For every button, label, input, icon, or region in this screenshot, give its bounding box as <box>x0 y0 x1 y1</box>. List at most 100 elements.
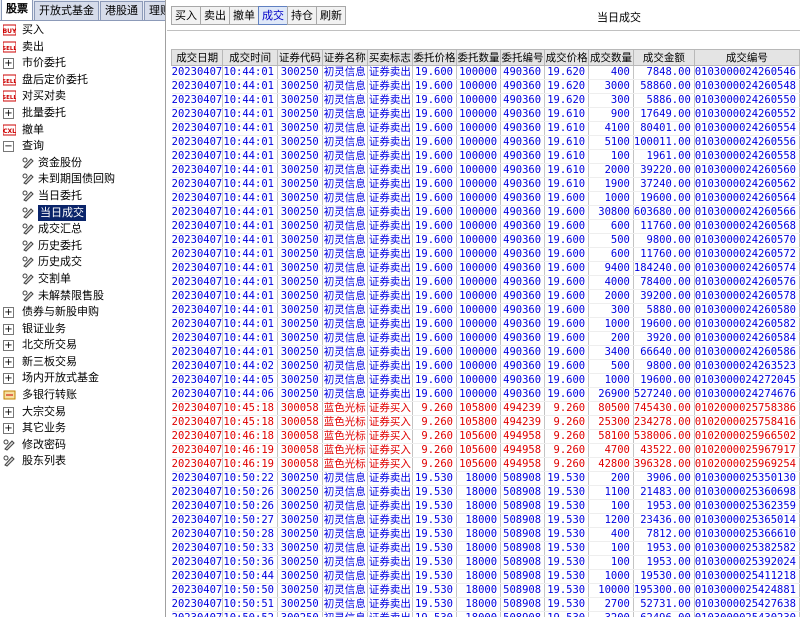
expand-icon[interactable]: + <box>3 373 14 385</box>
table-row[interactable]: 20230407 10:44:01 300250 初灵信息 证券卖出 19.600 1000… <box>171 275 800 290</box>
left-tab-3[interactable]: 理财 <box>144 1 165 20</box>
table-row[interactable]: 20230407 10:44:01 300250 初灵信息 证券卖出 19.600 1000… <box>171 317 800 332</box>
tree-item-5[interactable]: + 批量委托 <box>0 105 165 122</box>
tree-item-0[interactable]: BUY 买入 <box>0 22 165 39</box>
toolbar-button-2[interactable]: 撤单 <box>229 6 259 25</box>
tree-item-15[interactable]: 交割单 <box>0 271 165 288</box>
tree-item-25[interactable]: 修改密码 <box>0 437 165 454</box>
table-row[interactable]: 20230407 10:50:22 300250 初灵信息 证券卖出 19.530 1800… <box>171 471 800 486</box>
table-row[interactable]: 20230407 10:46:19 300058 蓝色光标 证券买入 9.260 10560… <box>171 443 800 458</box>
table-row[interactable]: 20230407 10:44:05 300250 初灵信息 证券卖出 19.600 1000… <box>171 373 800 388</box>
collapse-icon[interactable]: − <box>3 141 14 153</box>
tree-item-24[interactable]: + 其它业务 <box>0 420 165 437</box>
tree-item-20[interactable]: + 新三板交易 <box>0 354 165 371</box>
tree-item-26[interactable]: 股东列表 <box>0 453 165 470</box>
table-row[interactable]: 20230407 10:44:01 300250 初灵信息 证券卖出 19.600 1000… <box>171 205 800 220</box>
column-header[interactable]: 成交日期 <box>171 49 224 66</box>
table-row[interactable]: 20230407 10:46:19 300058 蓝色光标 证券买入 9.260 10560… <box>171 457 800 472</box>
column-header[interactable]: 证券名称 <box>321 49 368 66</box>
tree-item-17[interactable]: + 债券与新股申购 <box>0 304 165 321</box>
tree-item-13[interactable]: 历史委托 <box>0 238 165 255</box>
tree-item-21[interactable]: + 场内开放式基金 <box>0 370 165 387</box>
table-row[interactable]: 20230407 10:44:01 300250 初灵信息 证券卖出 19.600 1000… <box>171 135 800 150</box>
expand-icon[interactable]: + <box>3 423 14 435</box>
tree-item-10[interactable]: 当日委托 <box>0 188 165 205</box>
column-header[interactable]: 证券代码 <box>276 49 323 66</box>
column-header[interactable]: 成交数量 <box>588 49 634 66</box>
table-row[interactable]: 20230407 10:50:26 300250 初灵信息 证券卖出 19.530 1800… <box>171 499 800 514</box>
table-row[interactable]: 20230407 10:44:01 300250 初灵信息 证券卖出 19.600 1000… <box>171 331 800 346</box>
tree-item-23[interactable]: + 大宗交易 <box>0 404 165 421</box>
column-header[interactable]: 买卖标志 <box>366 49 413 66</box>
table-row[interactable]: 20230407 10:45:18 300058 蓝色光标 证券买入 9.260 10580… <box>171 415 800 430</box>
column-header[interactable]: 成交价格 <box>544 49 590 66</box>
table-row[interactable]: 20230407 10:50:27 300250 初灵信息 证券卖出 19.530 1800… <box>171 513 800 528</box>
left-tab-2[interactable]: 港股通 <box>100 1 143 20</box>
table-row[interactable]: 20230407 10:44:01 300250 初灵信息 证券卖出 19.600 1000… <box>171 177 800 192</box>
table-row[interactable]: 20230407 10:44:01 300250 初灵信息 证券卖出 19.600 1000… <box>171 163 800 178</box>
table-row[interactable]: 20230407 10:44:01 300250 初灵信息 证券卖出 19.600 1000… <box>171 289 800 304</box>
expand-icon[interactable]: + <box>3 356 14 368</box>
left-tab-1[interactable]: 开放式基金 <box>34 1 99 20</box>
table-row[interactable]: 20230407 10:50:44 300250 初灵信息 证券卖出 19.530 1800… <box>171 569 800 584</box>
expand-icon[interactable]: + <box>3 107 14 119</box>
table-row[interactable]: 20230407 10:44:01 300250 初灵信息 证券卖出 19.600 1000… <box>171 247 800 262</box>
tree-item-14[interactable]: 历史成交 <box>0 254 165 271</box>
tree-item-12[interactable]: 成交汇总 <box>0 221 165 238</box>
table-row[interactable]: 20230407 10:50:36 300250 初灵信息 证券卖出 19.530 1800… <box>171 555 800 570</box>
toolbar-button-1[interactable]: 卖出 <box>200 6 230 25</box>
toolbar-button-0[interactable]: 买入 <box>171 6 201 25</box>
table-row[interactable]: 20230407 10:50:28 300250 初灵信息 证券卖出 19.530 1800… <box>171 527 800 542</box>
table-row[interactable]: 20230407 10:50:26 300250 初灵信息 证券卖出 19.530 1800… <box>171 485 800 500</box>
table-row[interactable]: 20230407 10:44:01 300250 初灵信息 证券卖出 19.600 1000… <box>171 233 800 248</box>
expand-icon[interactable]: + <box>3 58 14 70</box>
column-header[interactable]: 成交金额 <box>632 49 695 66</box>
expand-icon[interactable]: + <box>3 406 14 418</box>
table-row[interactable]: 20230407 10:50:50 300250 初灵信息 证券卖出 19.530 1800… <box>171 583 800 598</box>
tree-item-1[interactable]: SELL 卖出 <box>0 39 165 56</box>
tree-item-3[interactable]: SELL 盘后定价委托 <box>0 72 165 89</box>
table-row[interactable]: 20230407 10:44:02 300250 初灵信息 证券卖出 19.600 1000… <box>171 359 800 374</box>
table-row[interactable]: 20230407 10:44:01 300250 初灵信息 证券卖出 19.600 1000… <box>171 107 800 122</box>
tree-item-11[interactable]: 当日成交 <box>0 204 165 222</box>
table-row[interactable]: 20230407 10:44:01 300250 初灵信息 证券卖出 19.600 1000… <box>171 121 800 136</box>
tree-item-16[interactable]: 未解禁限售股 <box>0 288 165 305</box>
toolbar-button-4[interactable]: 持仓 <box>287 6 317 25</box>
table-row[interactable]: 20230407 10:44:01 300250 初灵信息 证券卖出 19.600 1000… <box>171 149 800 164</box>
table-row[interactable]: 20230407 10:44:06 300250 初灵信息 证券卖出 19.600 1000… <box>171 387 800 402</box>
column-header[interactable]: 成交时间 <box>222 49 278 66</box>
table-row[interactable]: 20230407 10:44:01 300250 初灵信息 证券卖出 19.600 1000… <box>171 219 800 234</box>
tree-item-8[interactable]: 资金股份 <box>0 155 165 172</box>
tree-item-2[interactable]: + 市价委托 <box>0 55 165 72</box>
table-row[interactable]: 20230407 10:44:01 300250 初灵信息 证券卖出 19.600 1000… <box>171 345 800 360</box>
tree-item-9[interactable]: 未到期国债回购 <box>0 171 165 188</box>
expand-icon[interactable]: + <box>3 307 14 319</box>
table-row[interactable]: 20230407 10:50:51 300250 初灵信息 证券卖出 19.530 1800… <box>171 597 800 612</box>
table-row[interactable]: 20230407 10:44:01 300250 初灵信息 证券卖出 19.600 1000… <box>171 79 800 94</box>
table-row[interactable]: 20230407 10:44:01 300250 初灵信息 证券卖出 19.600 1000… <box>171 303 800 318</box>
column-header[interactable]: 成交编号 <box>693 49 800 66</box>
column-header[interactable]: 委托编号 <box>500 49 546 66</box>
toolbar-button-3[interactable]: 成交 <box>258 6 288 25</box>
table-row[interactable]: 20230407 10:46:18 300058 蓝色光标 证券买入 9.260 10560… <box>171 429 800 444</box>
table-row[interactable]: 20230407 10:45:18 300058 蓝色光标 证券买入 9.260 10580… <box>171 401 800 416</box>
column-header[interactable]: 委托数量 <box>455 49 502 66</box>
expand-icon[interactable]: + <box>3 323 14 335</box>
tree-item-7[interactable]: − 查询 <box>0 138 165 155</box>
column-header[interactable]: 委托价格 <box>411 49 457 66</box>
table-row[interactable]: 20230407 10:44:01 300250 初灵信息 证券卖出 19.600 1000… <box>171 65 800 80</box>
tree-item-18[interactable]: + 银证业务 <box>0 321 165 338</box>
left-tab-0[interactable]: 股票 <box>1 0 33 20</box>
table-row[interactable]: 20230407 10:50:33 300250 初灵信息 证券卖出 19.530 1800… <box>171 541 800 556</box>
tree-item-19[interactable]: + 北交所交易 <box>0 337 165 354</box>
tree-item-22[interactable]: 多银行转账 <box>0 387 165 404</box>
tree-item-6[interactable]: CXL 撤单 <box>0 122 165 139</box>
table-row[interactable]: 20230407 10:44:01 300250 初灵信息 证券卖出 19.600 1000… <box>171 93 800 108</box>
tree-item-4[interactable]: SELL 对买对卖 <box>0 88 165 105</box>
expand-icon[interactable]: + <box>3 340 14 352</box>
table-cell: 490360 <box>500 289 546 304</box>
table-row[interactable]: 20230407 10:44:01 300250 初灵信息 证券卖出 19.600 1000… <box>171 261 800 276</box>
table-row[interactable]: 2023040710:50:52300250初灵信息证券卖出19.5301800… <box>171 611 800 617</box>
table-row[interactable]: 20230407 10:44:01 300250 初灵信息 证券卖出 19.600 1000… <box>171 191 800 206</box>
toolbar-button-5[interactable]: 刷新 <box>316 6 346 25</box>
